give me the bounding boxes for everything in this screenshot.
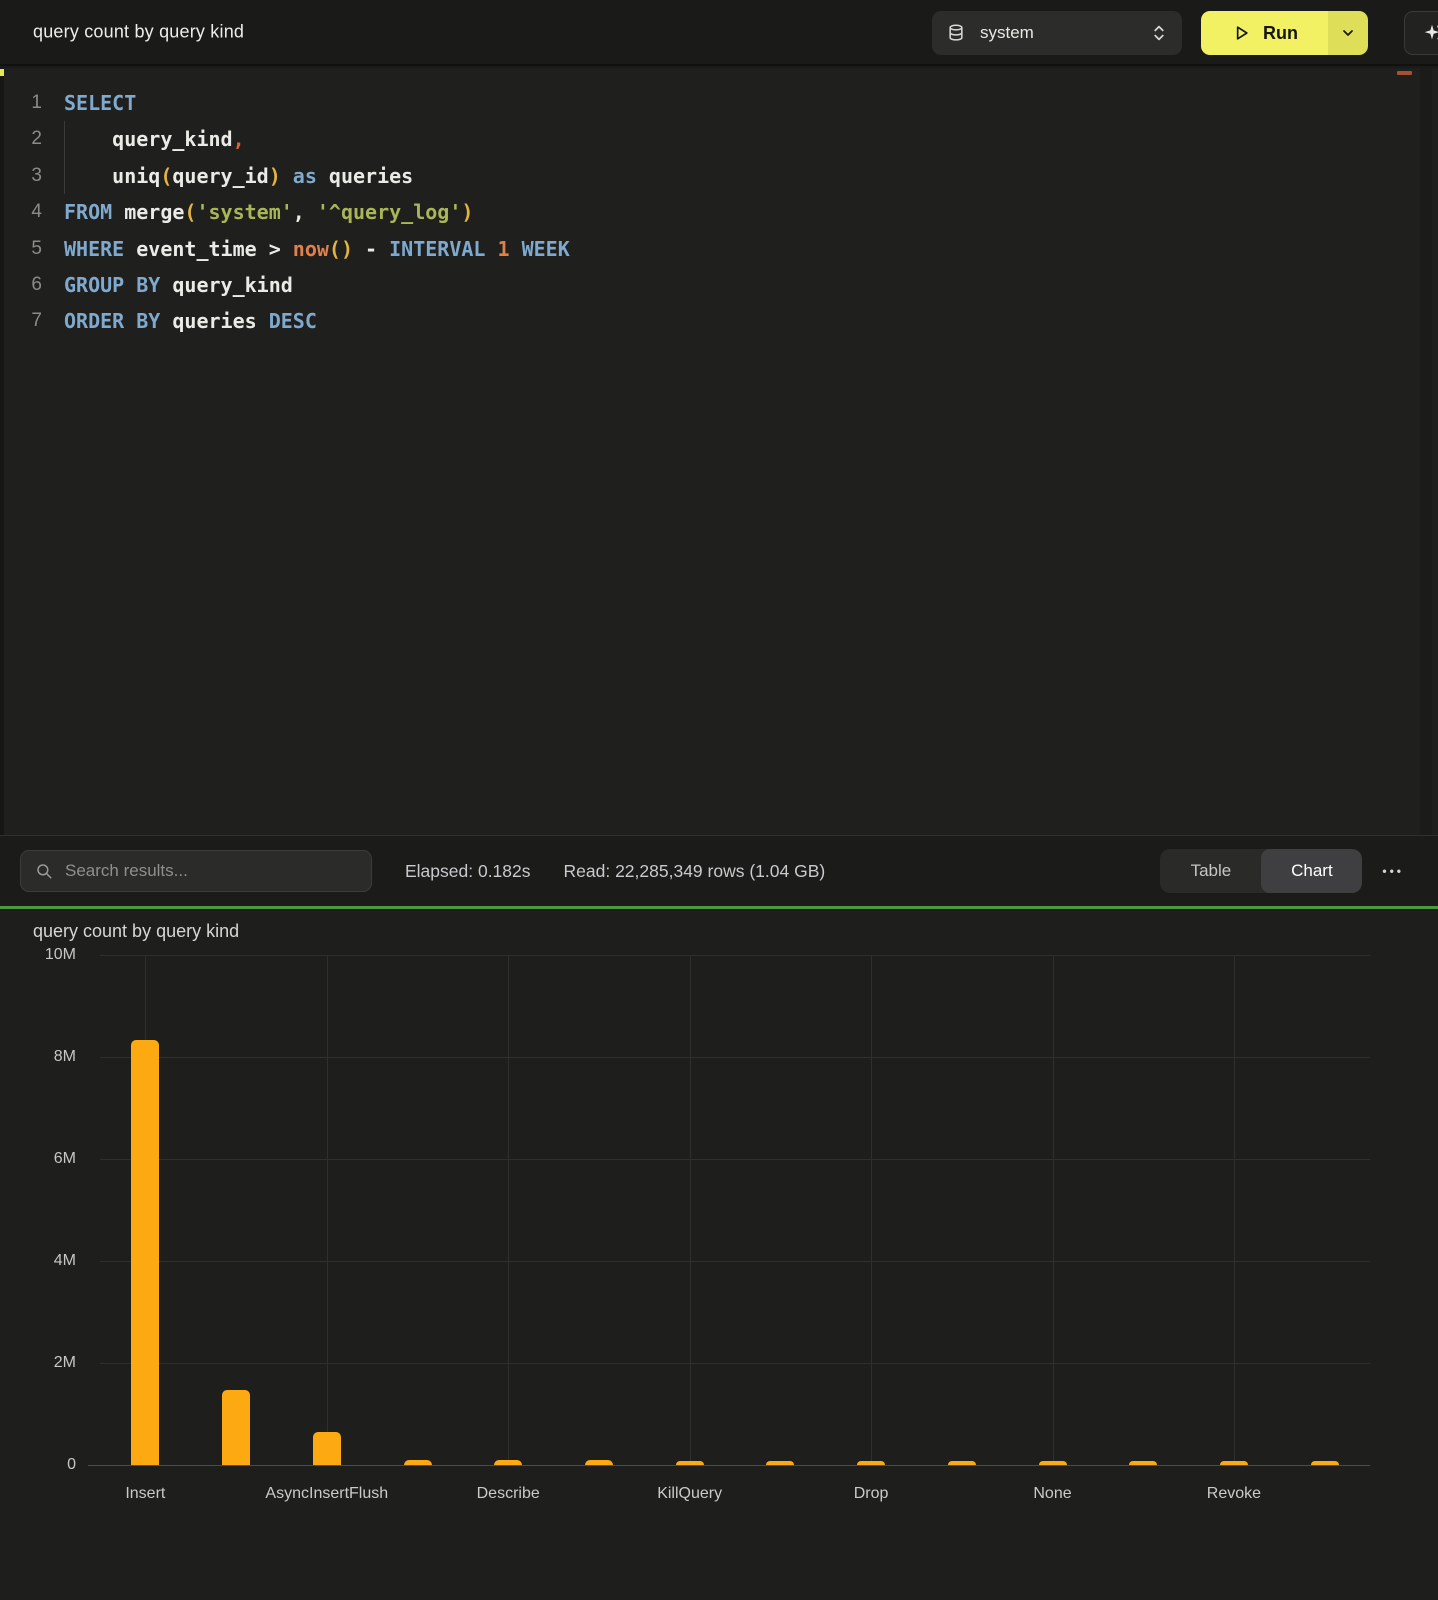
search-results-box — [20, 850, 372, 892]
chart-title: query count by query kind — [33, 921, 239, 942]
bar-unlabeled — [948, 1461, 976, 1465]
line-number: 4 — [0, 194, 42, 230]
bar-chart-plot: 02M4M6M8M10MInsertAsyncInsertFlushDescri… — [100, 955, 1370, 1465]
code-text: GROUP BY query_kind — [42, 267, 293, 303]
gridline-horizontal — [100, 1159, 1370, 1160]
sql-editor[interactable]: 1SELECT2 query_kind,3 uniq(query_id) as … — [0, 68, 1438, 835]
line-number: 6 — [0, 267, 42, 303]
bar-Describe — [494, 1460, 522, 1465]
gridline-vertical — [327, 955, 328, 1465]
line-number: 1 — [0, 85, 42, 121]
overview-ruler-marker — [1397, 71, 1412, 75]
x-axis-tick-label: AsyncInsertFlush — [237, 1485, 417, 1503]
x-axis-tick-label: Drop — [781, 1485, 961, 1503]
bar-unlabeled — [222, 1390, 250, 1465]
query-header-bar: query count by query kind system — [0, 0, 1438, 66]
code-line: 2 query_kind, — [0, 121, 1438, 157]
bar-Drop — [857, 1461, 885, 1465]
bar-unlabeled — [766, 1461, 794, 1465]
search-results-input[interactable] — [65, 861, 357, 881]
editor-scrollbar-track[interactable] — [1420, 68, 1432, 835]
run-button[interactable]: Run — [1201, 11, 1328, 55]
code-text: query_kind, — [42, 121, 245, 157]
bar-KillQuery — [676, 1461, 704, 1465]
y-axis-tick-label: 4M — [0, 1252, 76, 1270]
code-line: 1SELECT — [0, 85, 1438, 121]
x-axis-tick-label: KillQuery — [600, 1485, 780, 1503]
results-toolbar: Elapsed: 0.182s Read: 22,285,349 rows (1… — [0, 835, 1438, 906]
code-line: 5WHERE event_time > now() - INTERVAL 1 W… — [0, 231, 1438, 267]
bar-unlabeled — [1311, 1461, 1339, 1465]
tab-table[interactable]: Table — [1160, 849, 1261, 893]
gridline-horizontal — [100, 955, 1370, 956]
bar-None — [1039, 1461, 1067, 1465]
run-options-button[interactable] — [1328, 11, 1368, 55]
sql-console: query count by query kind system — [0, 0, 1438, 1600]
bar-AsyncInsertFlush — [313, 1432, 341, 1465]
bar-unlabeled — [404, 1460, 432, 1465]
play-icon — [1231, 23, 1251, 43]
y-axis-tick-label: 6M — [0, 1150, 76, 1168]
code-line: 7ORDER BY queries DESC — [0, 303, 1438, 339]
gridline-vertical — [1053, 955, 1054, 1465]
code-text: uniq(query_id) as queries — [42, 158, 413, 194]
code-line: 4FROM merge('system', '^query_log') — [0, 194, 1438, 230]
code-text: SELECT — [42, 85, 136, 121]
tab-chart[interactable]: Chart — [1261, 849, 1362, 893]
chevron-down-icon — [1340, 25, 1356, 41]
y-axis-tick-label: 8M — [0, 1048, 76, 1066]
code-line: 6GROUP BY query_kind — [0, 267, 1438, 303]
gridline-vertical — [871, 955, 872, 1465]
line-number: 3 — [0, 158, 42, 194]
gridline-horizontal — [100, 1363, 1370, 1364]
run-split-button: Run — [1201, 11, 1368, 55]
bar-unlabeled — [585, 1460, 613, 1465]
bar-Revoke — [1220, 1461, 1248, 1465]
gutter-yellow-marker — [0, 69, 4, 76]
gridline-vertical — [690, 955, 691, 1465]
line-number: 5 — [0, 231, 42, 267]
view-toggle: Table Chart — [1160, 849, 1362, 893]
gridline-vertical — [1234, 955, 1235, 1465]
database-icon — [946, 23, 966, 43]
chart-panel: query count by query kind 02M4M6M8M10MIn… — [0, 909, 1438, 1600]
y-axis-tick-label: 10M — [0, 946, 76, 964]
code-line: 3 uniq(query_id) as queries — [0, 158, 1438, 194]
query-title: query count by query kind — [33, 22, 244, 43]
search-icon — [35, 862, 53, 880]
unfold-chevrons-icon — [1150, 22, 1168, 44]
read-stat: Read: 22,285,349 rows (1.04 GB) — [564, 861, 826, 882]
ai-assistant-button[interactable] — [1404, 11, 1438, 55]
code-text: WHERE event_time > now() - INTERVAL 1 WE… — [42, 231, 570, 267]
editor-left-gutter-edge — [0, 68, 4, 835]
sparkle-icon — [1421, 22, 1438, 44]
y-axis-tick-label: 2M — [0, 1354, 76, 1372]
gridline-vertical — [508, 955, 509, 1465]
code-text: ORDER BY queries DESC — [42, 303, 317, 339]
gridline-horizontal — [100, 1057, 1370, 1058]
y-axis-tick-label: 0 — [0, 1456, 76, 1474]
x-axis-tick-label: Insert — [55, 1485, 235, 1503]
bar-Insert — [131, 1040, 159, 1465]
indent-guide — [64, 158, 65, 194]
bar-unlabeled — [1129, 1461, 1157, 1465]
x-axis-tick-label: Revoke — [1144, 1485, 1324, 1503]
more-options-button[interactable]: ••• — [1382, 864, 1404, 878]
run-button-label: Run — [1263, 23, 1298, 44]
elapsed-stat: Elapsed: 0.182s — [405, 861, 531, 882]
line-number: 2 — [0, 121, 42, 157]
x-axis-line — [88, 1465, 1370, 1467]
x-axis-tick-label: Describe — [418, 1485, 598, 1503]
database-selector-value: system — [980, 23, 1150, 43]
gridline-horizontal — [100, 1261, 1370, 1262]
line-number: 7 — [0, 303, 42, 339]
database-selector[interactable]: system — [932, 11, 1182, 55]
code-text: FROM merge('system', '^query_log') — [42, 194, 473, 230]
x-axis-tick-label: None — [963, 1485, 1143, 1503]
indent-guide — [64, 121, 65, 157]
